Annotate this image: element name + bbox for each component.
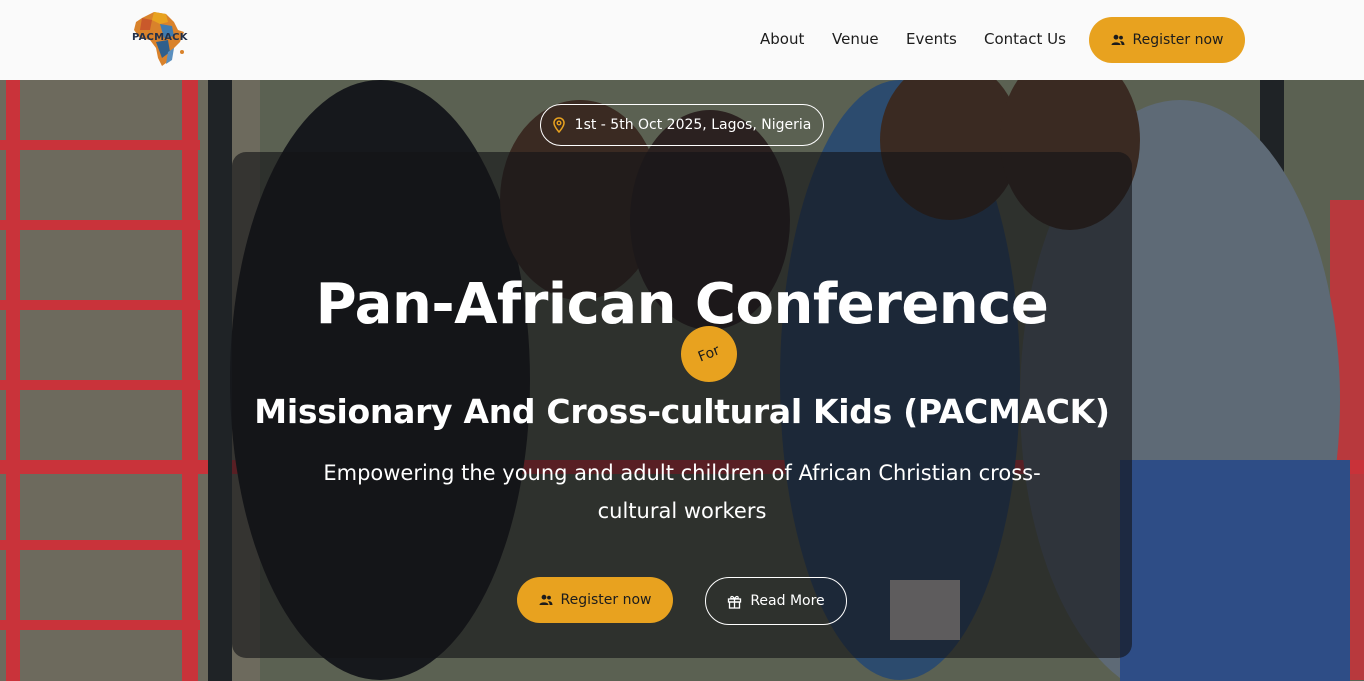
users-icon [539,594,553,606]
nav-about[interactable]: About [760,30,804,48]
hero-subtitle: Missionary And Cross-cultural Kids (PACM… [254,392,1110,431]
header-register-label: Register now [1132,32,1224,48]
date-location-text: 1st - 5th Oct 2025, Lagos, Nigeria [574,117,812,133]
hero-tagline: Empowering the young and adult children … [323,461,1041,523]
hero-register-button[interactable]: Register now [517,577,673,623]
read-more-button[interactable]: Read More [705,577,847,625]
hero-register-label: Register now [560,592,652,608]
map-pin-icon [552,117,565,133]
site-header: PACMACK About Venue Events Contact Us Re… [0,0,1364,80]
hero-title: Pan-African Conference [315,272,1049,337]
date-location-pill: 1st - 5th Oct 2025, Lagos, Nigeria [540,104,824,146]
gift-icon [727,594,742,609]
main-nav: About Venue Events Contact Us Register n… [0,0,1364,80]
nav-events[interactable]: Events [906,30,957,48]
read-more-label: Read More [750,593,825,609]
header-register-button[interactable]: Register now [1089,17,1245,63]
users-icon [1111,34,1125,46]
nav-contact-us[interactable]: Contact Us [984,30,1066,48]
nav-venue[interactable]: Venue [832,30,879,48]
hero-section [0,80,1364,681]
